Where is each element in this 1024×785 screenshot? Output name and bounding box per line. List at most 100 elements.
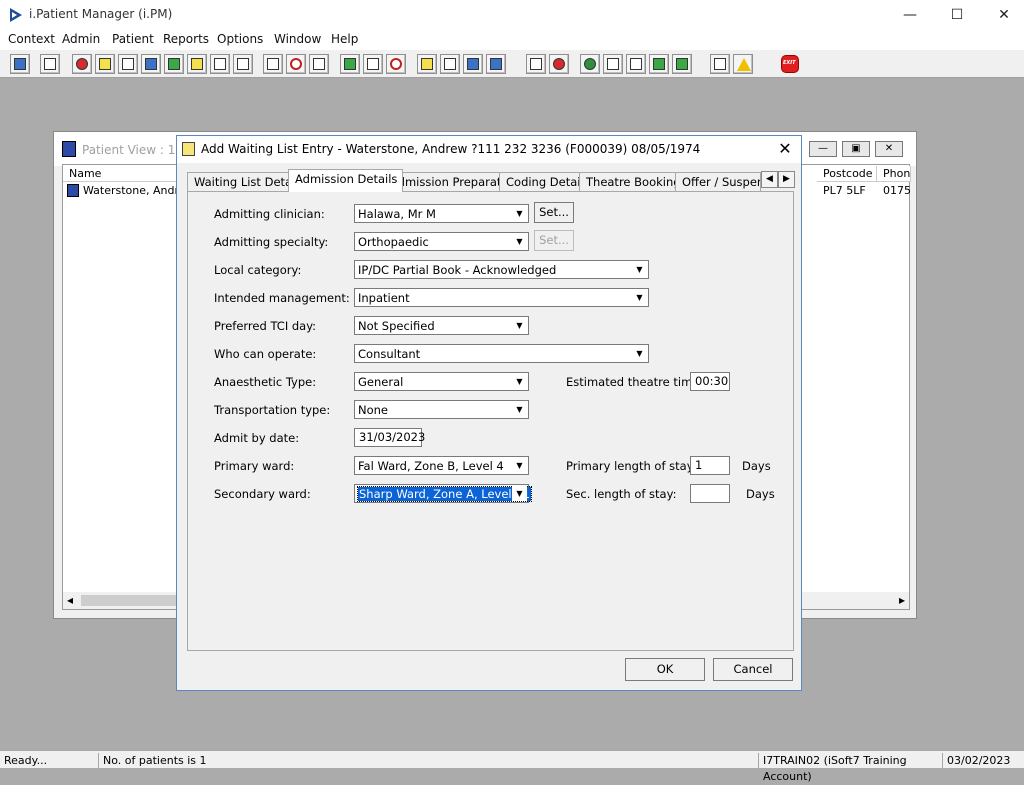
people-icon[interactable] xyxy=(486,54,506,74)
patient-icon[interactable] xyxy=(10,54,30,74)
warning-icon[interactable] xyxy=(733,54,753,74)
forms-icon[interactable] xyxy=(118,54,138,74)
maximize-button[interactable]: ☐ xyxy=(934,0,980,30)
transfer-icon[interactable] xyxy=(710,54,730,74)
tab-admission-details[interactable]: Admission Details xyxy=(288,169,404,192)
printer-icon[interactable] xyxy=(40,54,60,74)
chevron-down-icon[interactable]: ▼ xyxy=(512,206,527,221)
scroll-right-icon[interactable]: ▸ xyxy=(899,593,905,607)
import-icon[interactable] xyxy=(649,54,669,74)
preferred-tci-day-select[interactable]: Not Specified ▼ xyxy=(354,316,529,335)
scroll-thumb[interactable] xyxy=(81,595,181,606)
menu-context[interactable]: Context xyxy=(8,32,55,46)
transport-icon[interactable] xyxy=(463,54,483,74)
tab-scroll-right-icon[interactable]: ▶ xyxy=(778,171,795,188)
export-icon[interactable] xyxy=(672,54,692,74)
admitting-clinician-select[interactable]: Halawa, Mr M ▼ xyxy=(354,204,529,223)
secondary-ward-select[interactable]: Sharp Ward, Zone A, Level 11 ▼ xyxy=(354,484,532,503)
letter-m-icon[interactable] xyxy=(141,54,161,74)
intended-management-select[interactable]: Inpatient ▼ xyxy=(354,288,649,307)
book-icon[interactable] xyxy=(72,54,92,74)
column-header-postcode[interactable]: Postcode xyxy=(817,166,877,182)
column-header-phone[interactable]: Phon xyxy=(877,166,911,182)
list-icon[interactable] xyxy=(417,54,437,74)
minimize-button[interactable]: — xyxy=(887,0,933,30)
dial-icon[interactable] xyxy=(386,54,406,74)
chart-icon[interactable] xyxy=(549,54,569,74)
app-title: i.Patient Manager (i.PM) xyxy=(29,7,173,21)
chevron-down-icon[interactable]: ▼ xyxy=(512,458,527,473)
screen-icon[interactable] xyxy=(340,54,360,74)
chevron-down-icon[interactable]: ▼ xyxy=(512,402,527,417)
tab-scroll-left-icon[interactable]: ◀ xyxy=(761,171,778,188)
checklist-icon[interactable] xyxy=(626,54,646,74)
chevron-down-icon[interactable]: ▼ xyxy=(512,234,527,249)
cancel-button[interactable]: Cancel xyxy=(713,658,793,681)
preferred-tci-day-value: Not Specified xyxy=(358,319,435,333)
menu-patient[interactable]: Patient xyxy=(112,32,154,46)
menu-window[interactable]: Window xyxy=(274,32,321,46)
pv-minimize-button[interactable]: — xyxy=(809,141,837,157)
chevron-down-icon[interactable]: ▼ xyxy=(632,290,647,305)
intended-management-label: Intended management: xyxy=(214,291,350,305)
menu-admin[interactable]: Admin xyxy=(62,32,100,46)
clock-icon[interactable] xyxy=(286,54,306,74)
anaesthetic-type-select[interactable]: General ▼ xyxy=(354,372,529,391)
patient-row-phone[interactable]: 0175 xyxy=(883,184,911,197)
local-category-label: Local category: xyxy=(214,263,302,277)
transportation-type-select[interactable]: None ▼ xyxy=(354,400,529,419)
document-icon[interactable] xyxy=(363,54,383,74)
local-category-select[interactable]: IP/DC Partial Book - Acknowledged ▼ xyxy=(354,260,649,279)
ambulance-icon[interactable] xyxy=(210,54,230,74)
chevron-down-icon[interactable]: ▼ xyxy=(512,486,527,501)
admitting-specialty-select[interactable]: Orthopaedic ▼ xyxy=(354,232,529,251)
chevron-down-icon[interactable]: ▼ xyxy=(632,346,647,361)
admit-by-date-field[interactable]: 31/03/2023 xyxy=(354,428,425,447)
pv-close-button[interactable]: ✕ xyxy=(875,141,903,157)
primary-length-of-stay-label: Primary length of stay: xyxy=(566,459,697,473)
who-can-operate-select[interactable]: Consultant ▼ xyxy=(354,344,649,363)
tab-offer-suspend[interactable]: Offer / Suspend xyxy=(675,172,761,191)
dialog-close-button[interactable]: ✕ xyxy=(775,138,795,160)
secondary-ward-value: Sharp Ward, Zone A, Level 11 xyxy=(357,486,532,502)
menu-reports[interactable]: Reports xyxy=(163,32,209,46)
chevron-down-icon[interactable]: ▼ xyxy=(632,262,647,277)
menu-options[interactable]: Options xyxy=(217,32,263,46)
dialog-title: Add Waiting List Entry - Waterstone, And… xyxy=(201,142,701,156)
sec-length-of-stay-field[interactable] xyxy=(690,484,730,503)
admitting-clinician-label: Admitting clinician: xyxy=(214,207,325,221)
patient-row-icon xyxy=(67,184,79,197)
search-icon[interactable] xyxy=(263,54,283,74)
monitor-icon[interactable] xyxy=(309,54,329,74)
globe-icon[interactable] xyxy=(580,54,600,74)
chevron-down-icon[interactable]: ▼ xyxy=(512,374,527,389)
secondary-ward-label: Secondary ward: xyxy=(214,487,311,501)
notes-icon[interactable] xyxy=(187,54,207,74)
edit-icon[interactable] xyxy=(95,54,115,74)
menu-help[interactable]: Help xyxy=(331,32,358,46)
chevron-down-icon[interactable]: ▼ xyxy=(512,318,527,333)
status-ready: Ready... xyxy=(4,754,48,767)
pv-restore-button[interactable]: ▣ xyxy=(842,141,870,157)
doctor-icon[interactable] xyxy=(164,54,184,74)
primary-ward-select[interactable]: Fal Ward, Zone B, Level 4 ▼ xyxy=(354,456,529,475)
menu-bar: Context Admin Patient Reports Options Wi… xyxy=(0,30,1024,50)
page-icon[interactable] xyxy=(526,54,546,74)
estimated-theatre-time-field[interactable]: 00:30 xyxy=(690,372,730,391)
scroll-left-icon[interactable]: ◂ xyxy=(67,593,73,607)
admitting-specialty-label: Admitting specialty: xyxy=(214,235,329,249)
admitting-clinician-value: Halawa, Mr M xyxy=(358,207,436,221)
close-button[interactable]: ✕ xyxy=(981,0,1024,30)
preview-icon[interactable] xyxy=(440,54,460,74)
primary-ward-label: Primary ward: xyxy=(214,459,295,473)
estimated-theatre-time-label: Estimated theatre time: xyxy=(566,375,704,389)
check-icon[interactable] xyxy=(603,54,623,74)
exit-icon[interactable] xyxy=(780,54,800,74)
admit-by-date-label: Admit by date: xyxy=(214,431,300,445)
primary-length-of-stay-field[interactable]: 1 xyxy=(690,456,730,475)
car-icon[interactable] xyxy=(233,54,253,74)
ok-button[interactable]: OK xyxy=(625,658,705,681)
set-specialty-button[interactable]: Set... xyxy=(534,230,574,251)
set-clinician-button[interactable]: Set... xyxy=(534,202,574,223)
patient-row-postcode[interactable]: PL7 5LF xyxy=(823,184,866,197)
